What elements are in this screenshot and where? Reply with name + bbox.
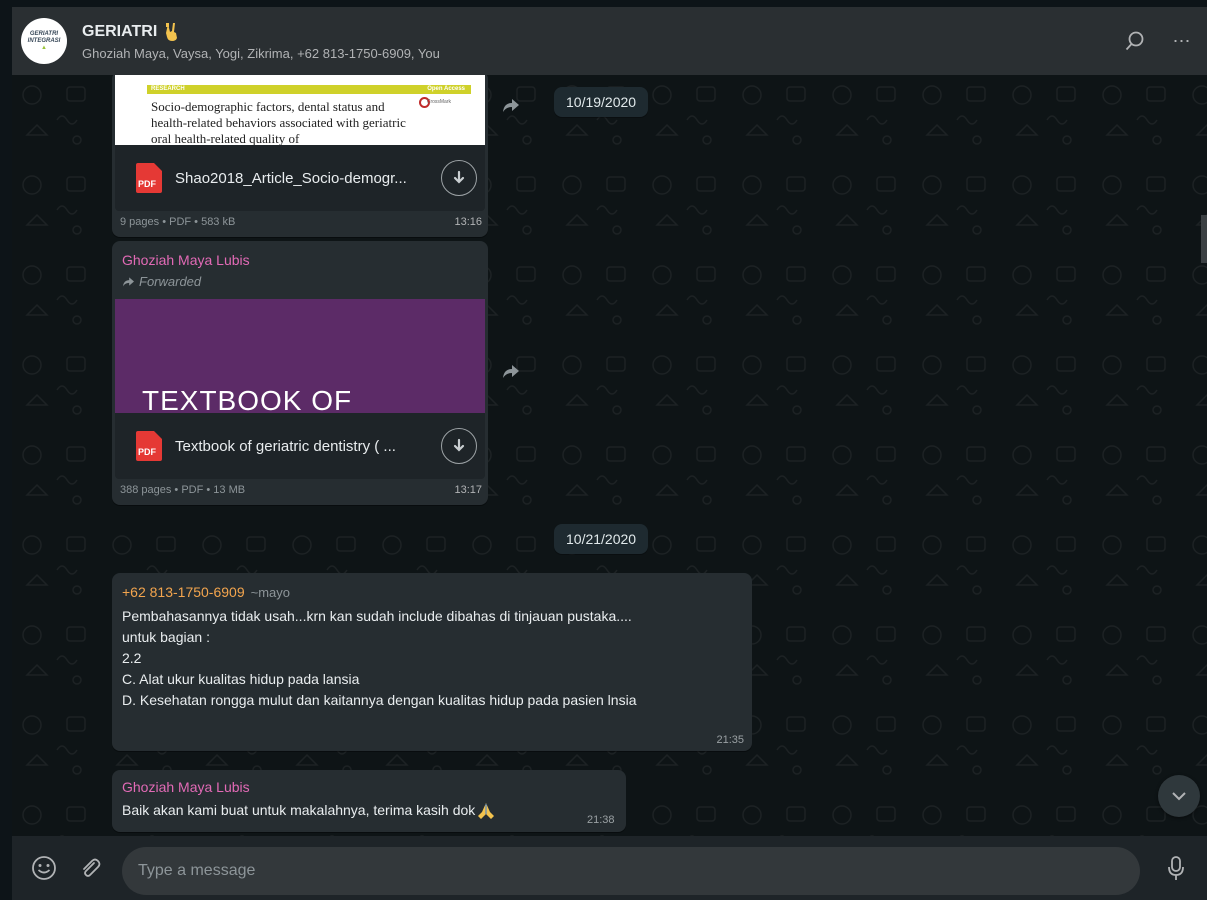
preview-logo-text: CrossMark <box>426 99 451 105</box>
preview-heading: Socio-demographic factors, dental status… <box>151 99 406 145</box>
date-separator: 10/21/2020 <box>554 524 649 554</box>
download-icon <box>453 170 465 184</box>
document-file-row[interactable]: PDF Textbook of geriatric dentistry ( ..… <box>115 413 485 479</box>
search-icon <box>1125 31 1144 51</box>
message-line: 2.2 <box>122 650 142 666</box>
message-input[interactable] <box>138 862 1128 880</box>
folded-hands-icon <box>478 802 495 819</box>
emoji-button[interactable] <box>26 850 62 886</box>
sender-line: +62 813-1750-6909 ~mayo <box>122 584 290 602</box>
text-message[interactable]: +62 813-1750-6909 ~mayo Pembahasannya tid… <box>112 573 752 751</box>
group-name: GERIATRI <box>82 22 158 40</box>
avatar-logo-text: GERIATRI INTEGRASI <box>27 31 61 44</box>
document-name: Shao2018_Article_Socio-demogr... <box>175 169 407 187</box>
document-meta: 9 pages • PDF • 583 kB <box>120 216 236 228</box>
date-separator: 10/19/2020 <box>554 87 649 117</box>
forwarded-label: Forwarded <box>122 274 201 289</box>
mic-icon <box>1168 856 1184 880</box>
sender-name[interactable]: +62 813-1750-6909 <box>122 584 245 600</box>
message-line: C. Alat ukur kualitas hidup pada lansia <box>122 671 360 687</box>
forward-icon <box>503 365 519 378</box>
group-members: Ghoziah Maya, Vaysa, Yogi, Zikrima, +62 … <box>82 45 440 61</box>
menu-icon: ⋯ <box>1172 30 1194 51</box>
message-time: 21:35 <box>716 734 744 746</box>
chat-info[interactable]: GERIATRI Ghoziah Maya, Vaysa, Yogi, Zikr… <box>82 22 440 61</box>
sender-alias: ~mayo <box>250 585 290 600</box>
pdf-icon: PDF <box>136 431 162 461</box>
group-avatar[interactable]: GERIATRI INTEGRASI ▲ <box>21 18 67 64</box>
download-icon <box>453 438 465 452</box>
message-line: D. Kesehatan rongga mulut dan kaitannya … <box>122 692 637 708</box>
preview-title: TEXTBOOK OF <box>142 385 353 413</box>
forward-icon <box>503 99 519 112</box>
document-meta: 388 pages • PDF • 13 MB <box>120 484 246 496</box>
message-time: 21:38 <box>587 814 615 826</box>
victory-hand-icon <box>166 22 178 41</box>
attach-button[interactable] <box>72 850 108 886</box>
message-list[interactable]: RESEARCH Open Access Socio-demographic f… <box>12 75 1207 836</box>
forwarded-text: Forwarded <box>139 274 202 289</box>
message-time: 13:16 <box>454 216 482 228</box>
search-button[interactable] <box>1111 21 1159 61</box>
sender-name[interactable]: Ghoziah Maya Lubis <box>122 252 250 268</box>
leaf-icon: ▲ <box>41 45 47 51</box>
forward-button[interactable] <box>499 359 523 383</box>
scrollbar-thumb[interactable] <box>1201 215 1207 263</box>
download-button[interactable] <box>441 160 477 196</box>
forwarded-icon <box>123 277 134 287</box>
composer-bar <box>12 836 1207 900</box>
preview-header-bar <box>147 85 471 94</box>
group-title: GERIATRI <box>82 22 440 42</box>
emoji-icon <box>32 856 56 880</box>
pdf-icon: PDF <box>136 163 162 193</box>
whatsapp-window: GERIATRI INTEGRASI ▲ GERIATRI Ghoziah Ma… <box>0 0 1207 900</box>
pdf-icon-label: PDF <box>138 179 156 189</box>
document-file-row[interactable]: PDF Shao2018_Article_Socio-demogr... <box>115 145 485 211</box>
document-preview[interactable]: RESEARCH Open Access Socio-demographic f… <box>115 75 485 145</box>
document-message[interactable]: RESEARCH Open Access Socio-demographic f… <box>112 75 488 237</box>
voice-message-button[interactable] <box>1158 850 1194 886</box>
forward-button[interactable] <box>499 93 523 117</box>
message-text: Baik akan kami buat untuk makalahnya, te… <box>122 802 476 818</box>
document-message[interactable]: Ghoziah Maya Lubis Forwarded TEXTBOOK OF… <box>112 241 488 505</box>
message-line: Pembahasannya tidak usah...krn kan sudah… <box>122 608 632 624</box>
chevron-down-icon <box>1172 792 1186 801</box>
preview-access: Open Access <box>427 86 465 92</box>
message-body: Pembahasannya tidak usah...krn kan sudah… <box>122 606 636 711</box>
preview-label: RESEARCH <box>151 86 185 92</box>
header-actions: ⋯ <box>1111 7 1207 75</box>
chat-header[interactable]: GERIATRI INTEGRASI ▲ GERIATRI Ghoziah Ma… <box>12 7 1207 75</box>
sender-name[interactable]: Ghoziah Maya Lubis <box>122 779 250 795</box>
message-time: 13:17 <box>454 484 482 496</box>
scroll-to-bottom-button[interactable] <box>1158 775 1200 817</box>
menu-button[interactable]: ⋯ <box>1159 21 1207 61</box>
document-name: Textbook of geriatric dentistry ( ... <box>175 437 396 455</box>
download-button[interactable] <box>441 428 477 464</box>
message-line: untuk bagian : <box>122 629 210 645</box>
pdf-icon-label: PDF <box>138 447 156 457</box>
text-message[interactable]: Ghoziah Maya Lubis Baik akan kami buat u… <box>112 770 626 832</box>
compose-box[interactable] <box>122 847 1140 895</box>
document-preview[interactable]: TEXTBOOK OF <box>115 299 485 413</box>
attach-icon <box>83 858 101 877</box>
message-body: Baik akan kami buat untuk makalahnya, te… <box>122 800 496 821</box>
